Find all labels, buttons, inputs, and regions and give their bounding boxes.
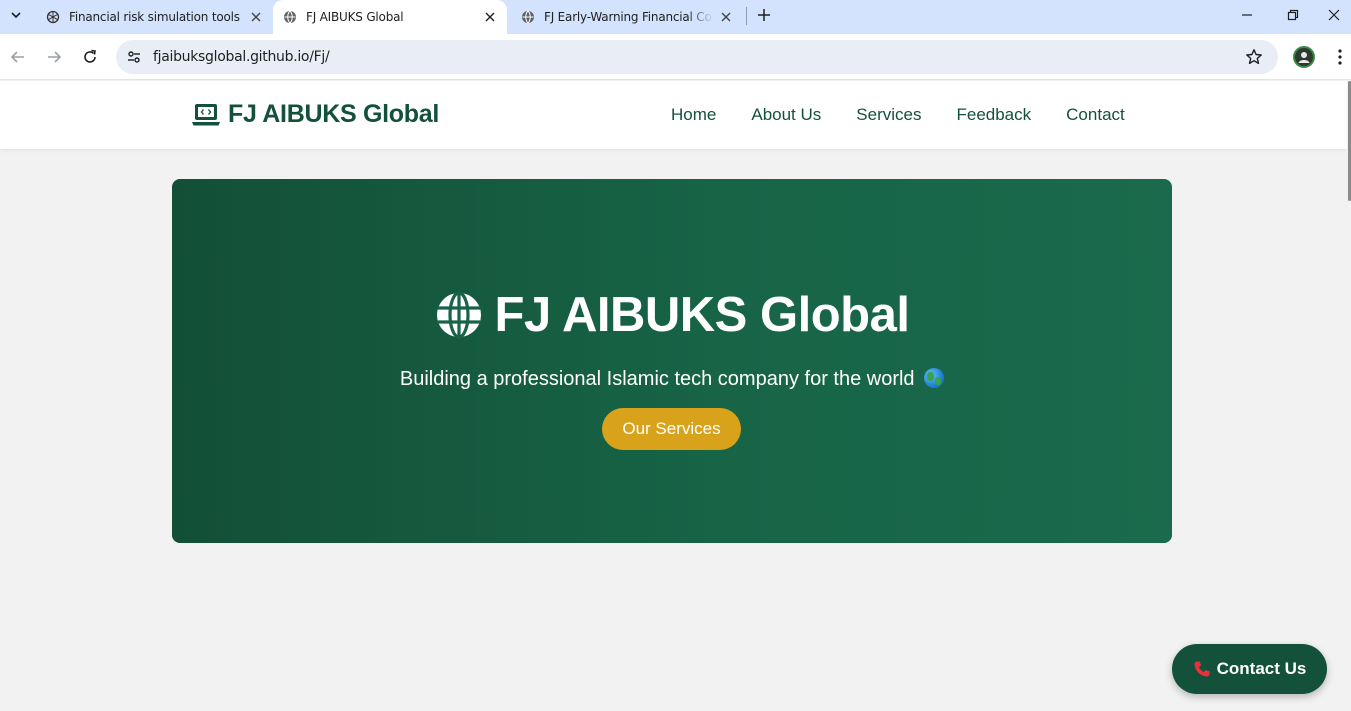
close-icon <box>1328 9 1339 21</box>
browser-menu-button[interactable] <box>1329 45 1351 69</box>
hero-section: FJ AIBUKS Global Building a professional… <box>172 179 1172 543</box>
profile-avatar[interactable] <box>1293 46 1315 68</box>
chevron-down-icon <box>11 12 21 19</box>
tab-fj-early-warning[interactable]: FJ Early-Warning Financial Control <box>509 0 743 34</box>
laptop-code-icon <box>191 102 221 128</box>
globe-icon <box>283 10 297 24</box>
earth-globe-icon <box>924 368 945 388</box>
hero-title: FJ AIBUKS Global <box>172 287 1172 343</box>
bookmark-button[interactable] <box>1242 45 1266 69</box>
tab-separator <box>746 7 747 25</box>
tab-title: FJ Early-Warning Financial Control <box>544 10 713 24</box>
page-scrollbar[interactable] <box>1347 81 1351 711</box>
plus-icon <box>758 9 770 21</box>
globe-icon <box>435 291 483 339</box>
more-vert-icon <box>1338 49 1342 65</box>
nav-feedback[interactable]: Feedback <box>956 105 1031 125</box>
contact-us-label: Contact Us <box>1216 659 1307 678</box>
hero-subtitle: Building a professional Islamic tech com… <box>172 368 1172 391</box>
phone-icon <box>1193 660 1211 678</box>
logo-text: FJ AIBUKS Global <box>228 100 439 128</box>
site-info-button[interactable] <box>122 45 146 69</box>
tab-title: Financial risk simulation tools <box>69 10 240 24</box>
tab-fj-aibuks-global[interactable]: FJ AIBUKS Global <box>273 0 507 34</box>
reload-icon <box>84 49 96 63</box>
restore-icon <box>1287 9 1299 21</box>
nav-about-us[interactable]: About Us <box>751 105 821 125</box>
back-button[interactable] <box>4 43 32 71</box>
tab-search-button[interactable] <box>4 4 28 26</box>
tab-title: FJ AIBUKS Global <box>306 10 404 24</box>
forward-button[interactable] <box>40 43 68 71</box>
new-tab-button[interactable] <box>752 3 776 27</box>
page-viewport: FJ AIBUKS Global Home About Us Services … <box>0 81 1351 711</box>
close-icon[interactable] <box>247 8 265 26</box>
close-window-button[interactable] <box>1316 0 1351 30</box>
nav-contact[interactable]: Contact <box>1066 105 1125 125</box>
close-icon[interactable] <box>717 8 735 26</box>
minimize-icon <box>1242 14 1252 16</box>
tune-icon <box>128 51 140 63</box>
arrow-left-icon <box>10 51 24 63</box>
browser-toolbar: fjaibuksglobal.github.io/Fj/ <box>0 34 1351 80</box>
arrow-right-icon <box>48 51 62 63</box>
nav-services[interactable]: Services <box>856 105 921 125</box>
hero-subtitle-text: Building a professional Islamic tech com… <box>399 368 915 390</box>
contact-us-floating-button[interactable]: Contact Us <box>1172 644 1327 694</box>
avatar-icon <box>1298 52 1310 63</box>
hero-heading: FJ AIBUKS Global <box>494 288 910 342</box>
nav-home[interactable]: Home <box>671 105 716 125</box>
close-icon[interactable] <box>481 8 499 26</box>
tab-strip: Financial risk simulation tools FJ AIBUK… <box>0 0 1351 34</box>
main-nav: Home About Us Services Feedback Contact <box>671 105 1160 125</box>
url-text[interactable]: fjaibuksglobal.github.io/Fj/ <box>153 49 330 65</box>
openai-icon <box>46 10 60 24</box>
reload-button[interactable] <box>76 43 104 71</box>
address-bar[interactable]: fjaibuksglobal.github.io/Fj/ <box>116 40 1278 74</box>
site-logo[interactable]: FJ AIBUKS Global <box>191 100 439 129</box>
our-services-button[interactable]: Our Services <box>602 408 741 450</box>
restore-button[interactable] <box>1270 0 1316 30</box>
globe-icon <box>521 10 535 24</box>
tab-financial-risk[interactable]: Financial risk simulation tools <box>33 0 273 34</box>
minimize-button[interactable] <box>1224 0 1270 30</box>
site-header: FJ AIBUKS Global Home About Us Services … <box>0 81 1347 149</box>
star-icon <box>1246 49 1262 65</box>
